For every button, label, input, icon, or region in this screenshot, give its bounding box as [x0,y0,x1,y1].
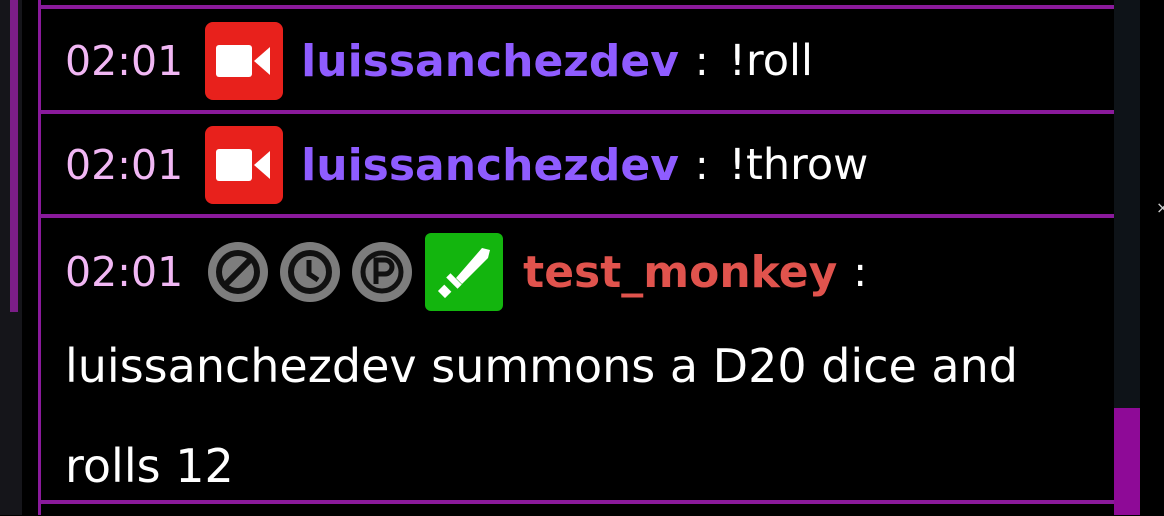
clock-icon[interactable] [277,239,343,305]
ban-icon[interactable] [205,239,271,305]
message-text: luissanchezdev summons a D20 dice and ro… [65,339,1018,493]
message-timestamp: 02:01 [65,37,184,85]
message-divider [41,214,1117,218]
message-username[interactable]: luissanchezdev [301,140,679,191]
right-gutter [1140,0,1164,515]
message-divider [41,500,1117,504]
message-separator: : [853,248,868,296]
message-divider [41,5,1117,9]
chat-scrollbar-thumb[interactable] [1114,408,1140,515]
message-text: !throw [728,140,869,190]
chat-message: 02:01 test_monkey: [65,222,887,322]
message-text: !roll [728,36,813,86]
chat-message: 02:01 luissanchezdev : !throw [65,115,868,215]
message-separator: : [694,37,709,85]
chat-log: 02:01 luissanchezdev : !roll 02:01 luiss… [38,0,1117,515]
chat-message: 02:01 luissanchezdev : !roll [65,11,813,111]
message-timestamp: 02:01 [65,248,184,296]
message-timestamp: 02:01 [65,141,184,189]
moderator-sword-icon[interactable] [425,233,504,311]
p-badge-icon[interactable] [349,239,415,305]
broadcaster-icon[interactable] [205,126,284,204]
resize-handle-icon[interactable]: × [1156,198,1164,217]
message-divider [41,110,1117,114]
broadcaster-icon[interactable] [205,22,284,100]
message-username[interactable]: test_monkey [523,247,837,298]
left-panel-accent [10,0,18,312]
message-separator: : [694,141,709,189]
message-username[interactable]: luissanchezdev [301,36,679,87]
